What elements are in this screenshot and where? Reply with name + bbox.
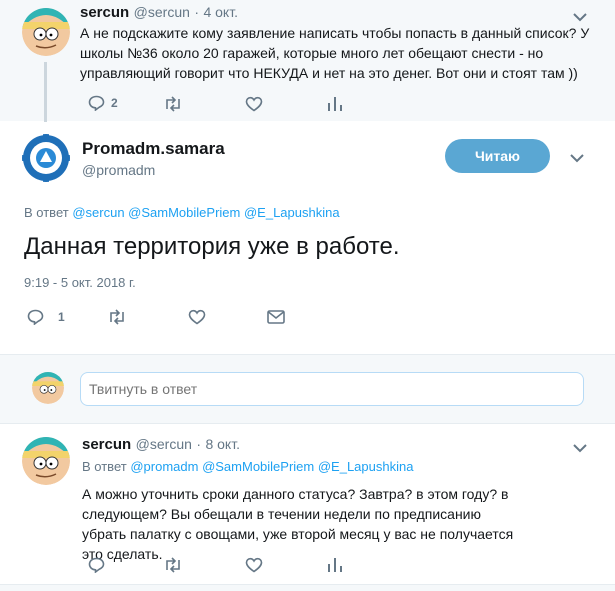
- reply-action[interactable]: [88, 557, 105, 573]
- heart-icon[interactable]: [245, 96, 263, 112]
- reply-action[interactable]: 2: [88, 95, 118, 111]
- tweet-text: А не подскажите кому заявление написать …: [80, 25, 590, 81]
- reply-context: В ответ @promadm @SamMobilePriem @E_Lapu…: [82, 459, 413, 474]
- reply-count: 2: [111, 96, 118, 110]
- retweet-icon[interactable]: [163, 96, 183, 112]
- mention-link[interactable]: @E_Lapushkina: [244, 205, 340, 220]
- tweet-text: А можно уточнить сроки данного статуса? …: [82, 486, 514, 562]
- samara-gear-logo-icon: [22, 134, 70, 182]
- reply-action[interactable]: 1: [27, 309, 65, 325]
- tweet-text: Данная территория уже в работе.: [24, 233, 400, 260]
- tweet-date[interactable]: 8 окт.: [205, 436, 240, 452]
- mention-link[interactable]: @SamMobilePriem: [202, 459, 314, 474]
- avatar: [32, 372, 64, 404]
- avatar[interactable]: [22, 8, 70, 56]
- author-handle[interactable]: @sercun: [134, 4, 190, 20]
- author-handle[interactable]: @promadm: [82, 162, 225, 178]
- reply-prefix: В ответ: [82, 459, 127, 474]
- reply-icon: [27, 309, 44, 325]
- analytics-icon[interactable]: [327, 96, 343, 112]
- reply-count: 1: [58, 310, 65, 324]
- separator-dot: ·: [194, 4, 200, 20]
- mention-link[interactable]: @sercun: [72, 205, 124, 220]
- cartman-avatar-icon: [22, 8, 70, 56]
- retweet-icon[interactable]: [163, 557, 183, 573]
- mention-link[interactable]: @E_Lapushkina: [318, 459, 414, 474]
- cartman-avatar-icon: [32, 372, 64, 404]
- mail-icon[interactable]: [267, 310, 285, 324]
- heart-icon[interactable]: [245, 557, 263, 573]
- next-item-band: [0, 585, 615, 591]
- tweet-date[interactable]: 4 окт.: [203, 4, 238, 20]
- cartman-avatar-icon: [22, 437, 70, 485]
- chevron-down-icon[interactable]: [567, 151, 587, 165]
- heart-icon[interactable]: [188, 309, 206, 325]
- author-handle[interactable]: @sercun: [136, 436, 192, 452]
- mention-link[interactable]: @promadm: [130, 459, 198, 474]
- chevron-down-icon[interactable]: [570, 441, 590, 455]
- author-name[interactable]: sercun: [82, 436, 131, 453]
- reply-context: В ответ @sercun @SamMobilePriem @E_Lapus…: [24, 205, 340, 220]
- tweet-timestamp[interactable]: 9:19 - 5 окт. 2018 г.: [24, 275, 136, 290]
- author-name[interactable]: sercun: [80, 4, 129, 21]
- author-name[interactable]: Promadm.samara: [82, 139, 225, 159]
- avatar[interactable]: [22, 134, 70, 182]
- retweet-icon[interactable]: [107, 309, 127, 325]
- follow-button[interactable]: Читаю: [445, 139, 550, 173]
- avatar[interactable]: [22, 437, 70, 485]
- reply-icon: [88, 557, 105, 573]
- separator-dot: ·: [196, 436, 202, 452]
- mention-link[interactable]: @SamMobilePriem: [128, 205, 240, 220]
- thread-line: [44, 62, 47, 122]
- chevron-down-icon[interactable]: [570, 10, 590, 24]
- analytics-icon[interactable]: [327, 557, 343, 573]
- reply-input[interactable]: [80, 372, 584, 406]
- reply-icon: [88, 95, 105, 111]
- reply-prefix: В ответ: [24, 205, 69, 220]
